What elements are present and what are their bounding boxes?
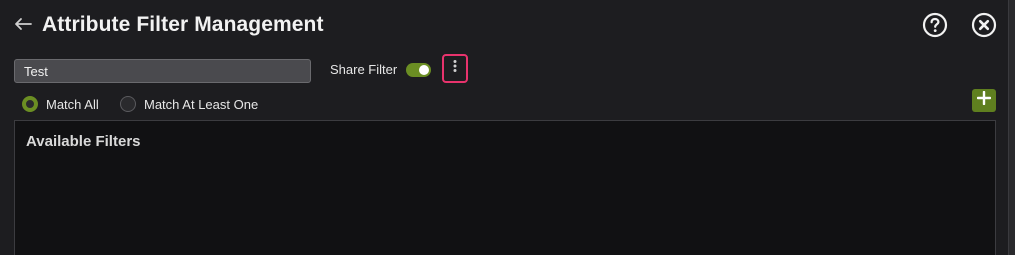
filter-name-input[interactable] [14,59,311,83]
attribute-filter-dialog: Attribute Filter Management Share Filter [0,0,1015,255]
window-edge [1008,0,1015,255]
match-all-label: Match All [46,96,99,112]
more-vertical-icon [452,59,458,78]
match-all-option[interactable]: Match All [22,95,99,113]
help-button[interactable] [922,12,948,43]
question-circle-icon [922,12,948,43]
toggle-knob [419,65,429,75]
match-at-least-one-option[interactable]: Match At Least One [120,95,258,113]
radio-selected-icon [22,96,38,112]
arrow-left-icon [14,17,32,36]
page-title: Attribute Filter Management [42,13,324,36]
share-filter-toggle[interactable] [406,63,431,77]
available-filters-title: Available Filters [26,133,141,150]
match-at-least-one-label: Match At Least One [144,96,259,112]
add-filter-button[interactable] [972,89,996,112]
close-circle-icon [971,12,997,43]
more-options-button[interactable] [442,54,468,83]
radio-unselected-icon [120,96,136,112]
share-filter-label: Share Filter [330,62,398,77]
back-button[interactable] [13,15,33,37]
available-filters-panel: Available Filters [14,120,996,255]
plus-icon [976,90,992,110]
close-button[interactable] [971,12,997,43]
